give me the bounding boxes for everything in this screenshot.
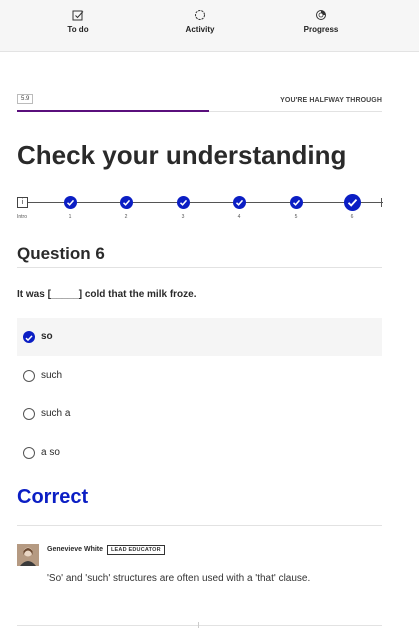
check-icon [347,198,358,207]
nav-activity[interactable]: Activity [150,8,250,34]
lead-educator-badge: LEAD EDUCATOR [107,545,165,555]
nav-progress-label: Progress [303,25,339,34]
answer-option-label: such a [41,408,71,419]
question-text: It was [_____] cold that the milk froze. [17,289,197,300]
divider [17,625,382,626]
stepper-line [27,202,383,203]
checkbox-icon [28,8,128,22]
stepper-label-2: 2 [124,214,128,220]
answer-option-label: such [41,370,63,381]
nav-todo-label: To do [67,25,89,34]
stepper-step-6-current[interactable] [344,194,361,211]
radio-checked-icon [23,331,35,343]
answer-option-label: a so [41,447,60,458]
progress-icon [271,8,371,22]
stepper-label-4: 4 [237,214,241,220]
stepper-intro[interactable]: i [17,197,28,208]
stepper-step-3[interactable] [177,196,190,209]
check-icon [122,199,131,206]
check-icon [235,199,244,206]
stepper-label-5: 5 [294,214,298,220]
stepper-label-6: 6 [350,214,354,220]
nav-todo[interactable]: To do [28,8,128,34]
stepper-step-1[interactable] [64,196,77,209]
check-icon [292,199,301,206]
stepper-step-2[interactable] [120,196,133,209]
stepper-intro-label: Intro [16,214,27,220]
answer-option-so[interactable]: so [17,318,382,356]
stepper-end [381,198,382,207]
author-name[interactable]: Genevieve White [47,546,103,553]
divider [17,525,382,526]
stepper-step-5[interactable] [290,196,303,209]
step-status: YOU'RE HALFWAY THROUGH [280,97,382,104]
feedback-text: 'So' and 'such' structures are often use… [47,573,311,584]
question-stepper: i Intro 1 2 3 4 5 6 [17,193,384,221]
stepper-step-4[interactable] [233,196,246,209]
result-label: Correct [17,486,89,508]
answer-option-such-a[interactable]: such a [17,395,382,433]
radio-icon [23,370,35,382]
divider [17,267,382,268]
nav-progress[interactable]: Progress [271,8,371,34]
step-bar: 5.9 YOU'RE HALFWAY THROUGH [17,92,382,112]
step-progress-bar [17,110,209,112]
stepper-label-3: 3 [181,214,185,220]
question-heading: Question 6 [17,244,105,263]
answer-option-such[interactable]: such [17,357,382,395]
step-number: 5.9 [17,94,34,104]
answer-option-label: so [41,331,53,342]
check-icon [179,199,188,206]
circle-icon [150,8,250,22]
answer-option-a-so[interactable]: a so [17,434,382,472]
radio-icon [23,408,35,420]
check-icon [66,199,75,206]
stepper-label-1: 1 [68,214,72,220]
top-navigation: To do Activity Progress [0,0,419,52]
nav-activity-label: Activity [185,25,215,34]
page-title: Check your understanding [17,140,347,170]
avatar[interactable] [17,544,39,566]
radio-icon [23,447,35,459]
divider-tick [198,622,199,628]
